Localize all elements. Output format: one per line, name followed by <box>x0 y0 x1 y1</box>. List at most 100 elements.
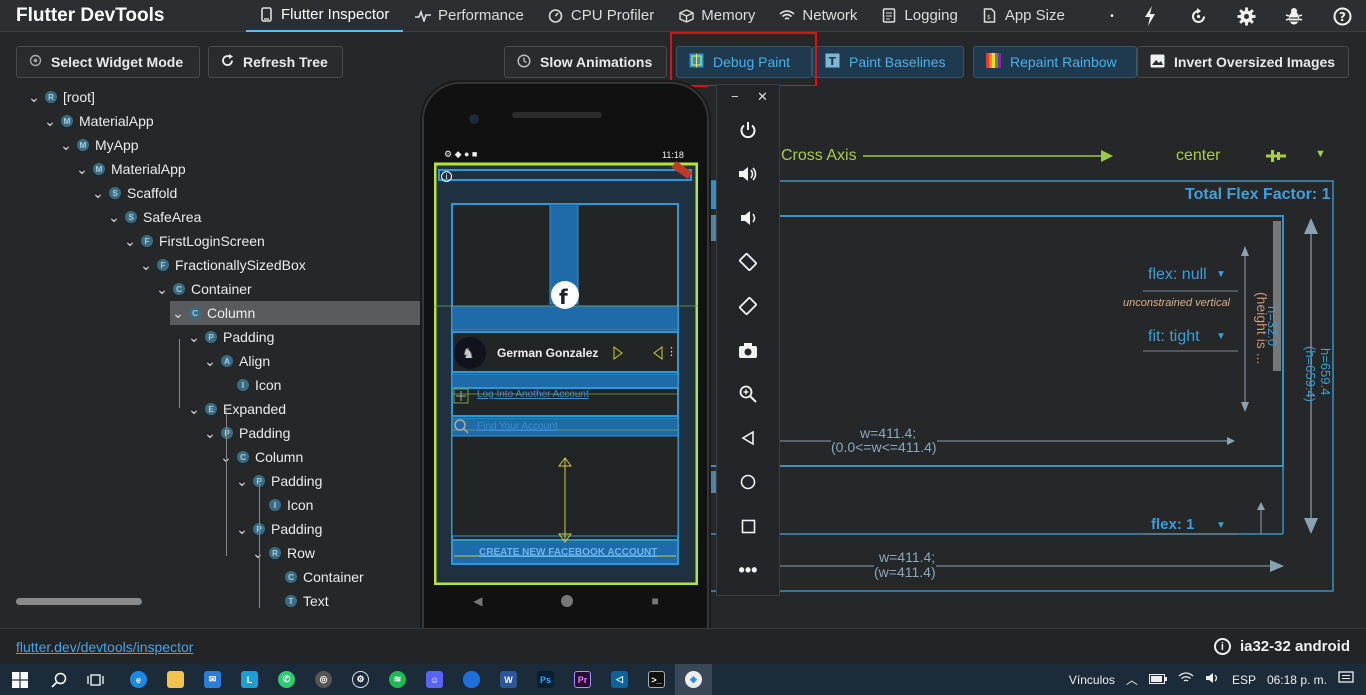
more-vert-icon[interactable]: ⋮ <box>666 345 677 358</box>
minimize-icon[interactable]: − <box>731 89 739 104</box>
chevron-down-icon[interactable]: ⌄ <box>172 306 184 320</box>
tree-node[interactable]: I Icon <box>220 373 281 397</box>
overview-icon[interactable] <box>717 511 779 541</box>
zoom-icon[interactable] <box>717 379 779 409</box>
whatsapp-icon[interactable]: ✆ <box>268 664 305 695</box>
tree-node[interactable]: ⌄ P Padding <box>236 517 322 541</box>
tree-node[interactable]: ⌄ P Padding <box>188 325 274 349</box>
log-into-another-account[interactable]: Log Into Another Account <box>477 389 589 400</box>
spotify-icon[interactable]: ≋ <box>379 664 416 695</box>
tab-logging[interactable]: Logging <box>869 0 969 32</box>
language-indicator[interactable]: ESP <box>1232 673 1256 687</box>
photoshop-icon[interactable]: Ps <box>527 664 564 695</box>
chevron-down-icon[interactable]: ⌄ <box>188 402 200 416</box>
chevron-down-icon[interactable]: ⌄ <box>204 426 216 440</box>
volume-icon[interactable] <box>1205 672 1221 687</box>
l-app-icon[interactable]: L <box>231 664 268 695</box>
tray-links-label[interactable]: Vínculos <box>1069 673 1115 687</box>
chevron-up-icon[interactable]: ︿ <box>1126 671 1138 688</box>
close-icon[interactable]: ✕ <box>757 89 768 105</box>
cross-axis-value[interactable]: center <box>1176 147 1220 165</box>
bug-icon[interactable] <box>1280 2 1308 30</box>
edge-icon[interactable]: e <box>120 664 157 695</box>
notifications-icon[interactable] <box>1338 671 1354 688</box>
tab-memory[interactable]: Memory <box>666 0 767 32</box>
info-icon[interactable]: i <box>1213 638 1231 655</box>
chevron-down-icon[interactable]: ⌄ <box>124 234 136 248</box>
rotate-left-icon[interactable] <box>717 247 779 277</box>
steam-icon[interactable]: ⚙ <box>342 664 379 695</box>
premiere-icon[interactable]: Pr <box>564 664 601 695</box>
hot-restart-icon[interactable] <box>1184 2 1212 30</box>
tree-node[interactable]: ⌄ C Column <box>220 445 303 469</box>
hot-reload-icon[interactable] <box>1136 2 1164 30</box>
slow-animations-button[interactable]: Slow Animations <box>504 46 667 78</box>
tree-node[interactable]: C Container <box>268 565 364 589</box>
tab-performance[interactable]: Performance <box>403 0 536 32</box>
chevron-down-icon[interactable]: ⌄ <box>140 258 152 272</box>
tab-flutter-inspector[interactable]: Flutter Inspector <box>246 0 403 32</box>
inspector-docs-link[interactable]: flutter.dev/devtools/inspector <box>16 639 193 655</box>
chevron-down-icon[interactable]: ⌄ <box>28 90 40 104</box>
create-account-button[interactable]: CREATE NEW FACEBOOK ACCOUNT <box>479 547 657 558</box>
camera-icon[interactable] <box>717 335 779 365</box>
chevron-down-icon[interactable]: ⌄ <box>108 210 120 224</box>
chevron-down-icon[interactable]: ⌄ <box>204 354 216 368</box>
home-icon[interactable] <box>717 467 779 497</box>
tree-node[interactable]: ⌄ P Padding <box>204 421 290 445</box>
search-icon[interactable] <box>40 664 77 695</box>
widget-tree[interactable]: ⌄ R [root] ⌄ M MaterialApp ⌄ M MyApp ⌄ M MaterialAp… <box>16 86 422 608</box>
profile-name[interactable]: German Gonzalez <box>497 346 598 360</box>
tab-network[interactable]: Network <box>767 0 869 32</box>
tree-node[interactable]: ⌄ E Expanded <box>188 397 286 421</box>
overview-icon[interactable]: ■ <box>651 594 658 608</box>
file-explorer-icon[interactable] <box>157 664 194 695</box>
flex-one-dropdown[interactable]: flex: 1 <box>1151 516 1194 533</box>
cross-axis-dropdown-icon[interactable]: ▼ <box>1315 148 1326 160</box>
clock[interactable]: 06:18 p. m. <box>1267 673 1327 687</box>
tree-node[interactable]: ⌄ A Align <box>204 349 270 373</box>
refresh-tree-button[interactable]: Refresh Tree <box>208 46 343 78</box>
back-icon[interactable]: ◀ <box>473 594 482 608</box>
chevron-down-icon[interactable]: ⌄ <box>156 282 168 296</box>
tab-cpu-profiler[interactable]: CPU Profiler <box>536 0 666 32</box>
tree-node[interactable]: ⌄ F FirstLoginScreen <box>124 229 265 253</box>
discord-icon[interactable]: ☺ <box>416 664 453 695</box>
chevron-down-icon[interactable]: ⌄ <box>76 162 88 176</box>
tree-node[interactable]: ⌄ S SafeArea <box>108 205 201 229</box>
chevron-down-icon[interactable]: ⌄ <box>236 522 248 536</box>
rotate-right-icon[interactable] <box>717 291 779 321</box>
chevron-down-icon[interactable]: ⌄ <box>44 114 56 128</box>
invert-oversized-images-button[interactable]: Invert Oversized Images <box>1137 46 1349 78</box>
chevron-down-icon[interactable]: ⌄ <box>60 138 72 152</box>
tree-node[interactable]: T Text <box>268 589 329 608</box>
flutter-devtools-taskbar-icon[interactable]: ◈ <box>675 664 712 695</box>
chrome-like-icon[interactable]: ◎ <box>305 664 342 695</box>
tree-node[interactable]: ⌄ C Container <box>156 277 252 301</box>
chevron-down-icon[interactable]: ⌄ <box>252 546 264 560</box>
repaint-rainbow-button[interactable]: Repaint Rainbow <box>973 46 1137 78</box>
home-icon[interactable] <box>560 595 573 607</box>
task-view-icon[interactable] <box>77 664 114 695</box>
chevron-down-icon[interactable]: ⌄ <box>236 474 248 488</box>
volume-down-icon[interactable] <box>717 203 779 233</box>
tree-node[interactable]: ⌄ R [root] <box>28 86 95 109</box>
vscode-icon[interactable]: ◁ <box>601 664 638 695</box>
settings-icon[interactable] <box>1232 2 1260 30</box>
paint-baselines-button[interactable]: T Paint Baselines <box>812 46 964 78</box>
tree-node[interactable]: ⌄ S Scaffold <box>92 181 177 205</box>
tree-node[interactable]: I Icon <box>252 493 313 517</box>
chevron-down-icon[interactable]: ⌄ <box>188 330 200 344</box>
tab-app-size[interactable]: $ App Size <box>970 0 1077 32</box>
volume-up-icon[interactable] <box>717 159 779 189</box>
wifi-icon[interactable] <box>1178 672 1194 687</box>
more-icon[interactable]: ••• <box>717 555 779 585</box>
tree-node[interactable]: ⌄ M MaterialApp <box>44 109 154 133</box>
phone-screen[interactable]: f ♞ ⚙ ◆ ● ■ 11:18 i German Gonzalez ⋮ Lo… <box>434 148 698 585</box>
tree-horizontal-scrollbar[interactable] <box>16 598 142 605</box>
mail-icon[interactable]: ✉ <box>194 664 231 695</box>
battery-icon[interactable] <box>1148 673 1167 687</box>
flex-null-dropdown[interactable]: flex: null <box>1148 266 1207 284</box>
tree-node[interactable]: ⌄ P Padding <box>236 469 322 493</box>
tree-node[interactable]: ⌄ M MyApp <box>60 133 138 157</box>
